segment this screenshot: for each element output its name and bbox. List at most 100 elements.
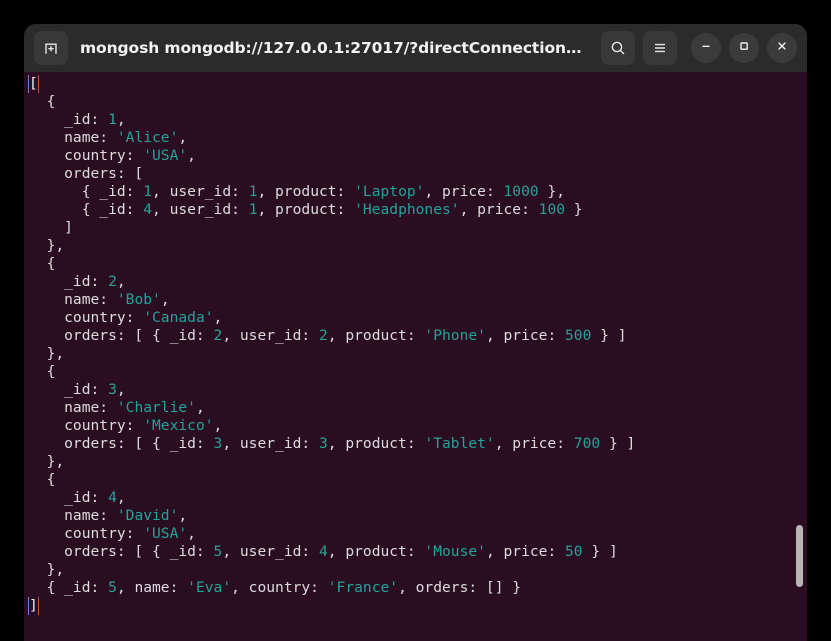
close-button[interactable] [767, 33, 797, 63]
terminal-line: name: 'Bob', [29, 291, 635, 309]
terminal-token: 3 [108, 381, 117, 398]
close-icon [774, 38, 790, 58]
terminal-line: country: 'USA', [29, 147, 635, 165]
terminal-line: ] [29, 219, 635, 237]
terminal-token: 50 [565, 543, 583, 560]
terminal-token: , product: [257, 201, 355, 218]
terminal-token: 5 [108, 579, 117, 596]
search-button[interactable] [601, 31, 635, 65]
terminal-line: ] [28, 597, 635, 615]
terminal-token: ] [29, 219, 73, 236]
terminal-token: , [187, 525, 196, 542]
terminal-token: 4 [143, 201, 153, 218]
terminal-token: orders: [ { _id: [29, 435, 214, 452]
terminal-token: , price: [459, 201, 539, 218]
terminal-token: , user_id: [222, 543, 319, 560]
terminal-token: name: [29, 291, 117, 308]
terminal-token: 500 [565, 327, 592, 344]
terminal-token: orders: [ { _id: [29, 543, 214, 560]
terminal-token: 4 [108, 489, 117, 506]
terminal-token: _id: [29, 273, 109, 290]
minimize-button[interactable] [691, 33, 721, 63]
terminal-line: name: 'David', [29, 507, 635, 525]
terminal-line: orders: [ { _id: 2, user_id: 2, product:… [29, 327, 635, 345]
terminal-token: , [116, 111, 126, 128]
terminal-token: 'Mexico' [143, 417, 214, 434]
terminal-token: country: [29, 147, 144, 164]
terminal-token: 1 [108, 111, 117, 128]
terminal-line: { [29, 255, 635, 273]
terminal-token: 100 [538, 201, 566, 218]
terminal-line: }, [29, 345, 635, 363]
terminal-token: , [116, 489, 126, 506]
terminal-token: 'Mouse' [424, 543, 486, 560]
terminal-token: 2 [318, 327, 328, 344]
terminal-token: , [160, 291, 170, 308]
terminal-token: 2 [108, 273, 117, 290]
terminal-token: { [29, 255, 56, 272]
terminal-token: 'Eva' [187, 579, 232, 596]
terminal-token: , [178, 507, 188, 524]
terminal-token: 'Laptop' [354, 183, 425, 200]
terminal-token: , price: [494, 435, 574, 452]
terminal-token: 'Phone' [424, 327, 486, 344]
new-tab-button[interactable] [34, 31, 68, 65]
terminal-token: , price: [424, 183, 504, 200]
terminal-token: }, [29, 561, 65, 578]
terminal-line: { [29, 363, 635, 381]
terminal-text: [ { _id: 1, name: 'Alice', country: 'USA… [28, 75, 635, 615]
terminal-token: 4 [318, 543, 328, 560]
terminal-token: country: [29, 417, 144, 434]
terminal-token: [ [28, 75, 39, 93]
terminal-token: 3 [213, 435, 223, 452]
terminal-token: 'Alice' [116, 129, 179, 146]
terminal-token: 'Tablet' [424, 435, 495, 452]
hamburger-menu-icon [651, 39, 669, 57]
terminal-token: , user_id: [222, 327, 319, 344]
terminal-line: orders: [ [29, 165, 635, 183]
terminal-token: , [178, 129, 188, 146]
terminal-token: _id: [29, 381, 109, 398]
terminal-output-area[interactable]: [ { _id: 1, name: 'Alice', country: 'USA… [24, 72, 807, 641]
terminal-token: ] [28, 597, 39, 615]
terminal-token: name: [29, 129, 117, 146]
terminal-token: 3 [318, 435, 328, 452]
terminal-token: { _id: [29, 201, 144, 218]
title-bar-actions [601, 31, 677, 65]
terminal-token: _id: [29, 111, 109, 128]
terminal-token: 2 [213, 327, 223, 344]
new-tab-icon [42, 39, 60, 57]
terminal-token: , price: [485, 543, 566, 560]
terminal-line: { [29, 93, 635, 111]
terminal-token: } ] [591, 327, 627, 344]
minimize-icon [698, 38, 714, 58]
menu-button[interactable] [643, 31, 677, 65]
terminal-line: name: 'Alice', [29, 129, 635, 147]
terminal-line: }, [29, 561, 635, 579]
terminal-line: country: 'Mexico', [29, 417, 635, 435]
terminal-token: } [565, 201, 583, 218]
terminal-token: 'Charlie' [116, 399, 196, 416]
terminal-line: _id: 1, [29, 111, 635, 129]
terminal-token: , user_id: [222, 435, 319, 452]
terminal-token: , country: [231, 579, 328, 596]
scrollbar-track[interactable] [793, 72, 807, 641]
maximize-button[interactable] [729, 33, 759, 63]
search-icon [609, 39, 627, 57]
terminal-line: _id: 2, [29, 273, 635, 291]
terminal-token: 'Headphones' [354, 201, 460, 218]
scrollbar-thumb[interactable] [796, 525, 803, 587]
terminal-token: name: [29, 507, 117, 524]
terminal-line: _id: 4, [29, 489, 635, 507]
terminal-token: 'David' [116, 507, 179, 524]
terminal-token: , price: [485, 327, 566, 344]
terminal-token: , orders: [] } [398, 579, 522, 596]
terminal-token: , [187, 147, 196, 164]
terminal-token: 1 [143, 183, 153, 200]
terminal-token: , product: [327, 435, 425, 452]
terminal-token: { [29, 93, 56, 110]
terminal-token: 'Bob' [116, 291, 161, 308]
terminal-line: { [29, 471, 635, 489]
terminal-token: country: [29, 525, 144, 542]
terminal-token: 'USA' [143, 525, 188, 542]
